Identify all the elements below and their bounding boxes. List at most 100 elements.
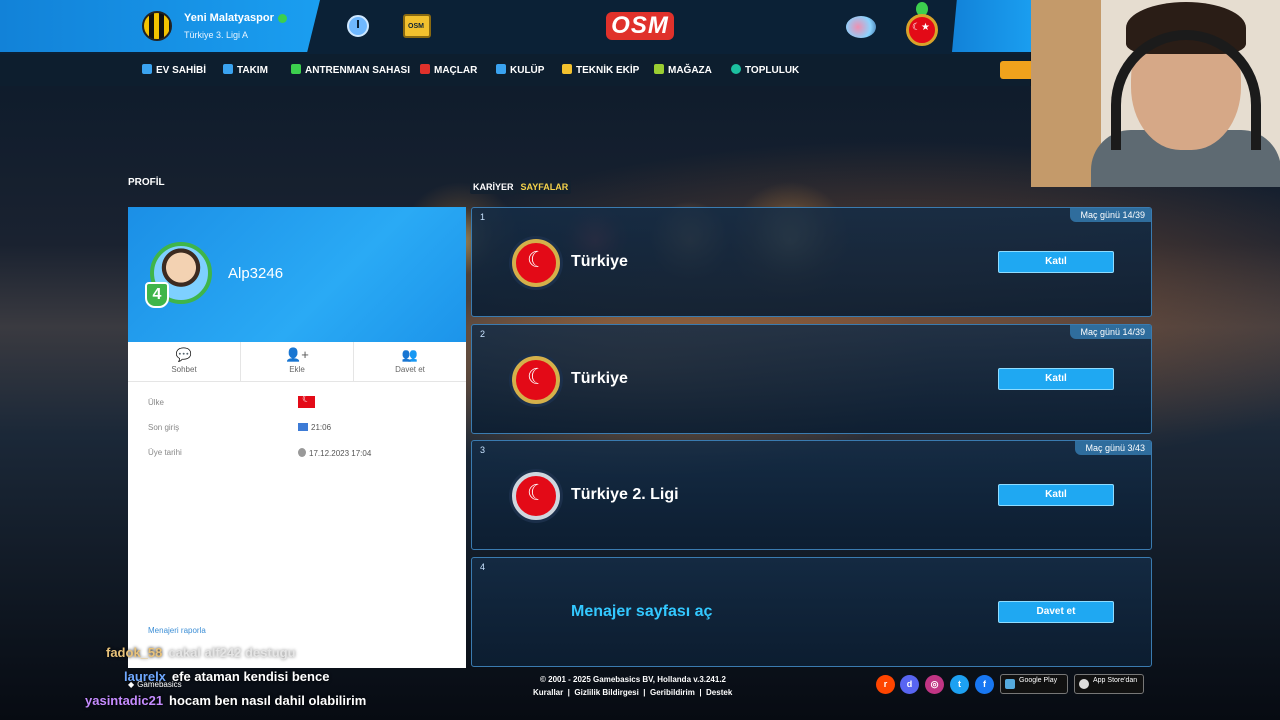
instagram-icon[interactable]: ◎ [925,675,944,694]
chat-icon: 💬 [175,347,193,362]
shop-chest-icon[interactable]: OSM [403,14,431,38]
tab-kariyer[interactable]: KARİYER [470,180,517,194]
club-name[interactable]: Yeni Malatyaspor [184,12,287,24]
join-button[interactable]: Katıl [998,251,1114,273]
calendar-icon [420,64,430,74]
cotton-candy-icon[interactable] [846,16,876,38]
nav-kulup[interactable]: KULÜP [496,64,544,76]
tab-sayfalar[interactable]: SAYFALAR [517,180,572,194]
copyright: © 2001 - 2025 Gamebasics BV, Hollanda v.… [540,675,727,684]
nav-maclar[interactable]: MAÇLAR [420,64,477,76]
club-league: Türkiye 3. Ligi A [184,30,249,40]
staff-icon [562,64,572,74]
page-tabs: KARİYER SAYFALAR [470,177,572,195]
coins-button[interactable] [1000,61,1032,79]
invite-button[interactable]: 👥 Davet et [354,342,466,381]
nav-label: EV SAHİBİ [156,65,207,76]
chat-button[interactable]: 💬 Sohbet [128,342,241,381]
add-friend-label: Ekle [289,365,305,374]
card-number: 1 [480,212,486,222]
nav-label: TOPLULUK [745,65,800,76]
invite-icon: 👥 [401,347,419,362]
community-icon [731,64,741,74]
match-day-badge: Maç günü 14/39 [1070,208,1151,222]
stopwatch-icon[interactable] [347,15,369,37]
card-number: 3 [480,445,486,455]
nav-antrenman[interactable]: ANTRENMAN SAHASI [291,64,410,76]
shop-icon [654,64,664,74]
club-name-text: Yeni Malatyaspor [184,12,274,24]
league-card: 1 Maç günü 14/39 Türkiye Katıl [471,207,1152,317]
club-badge-icon[interactable] [142,11,172,41]
webcam-overlay [1031,0,1280,187]
nav-label: MAĞAZA [668,65,712,76]
match-day-badge: Maç günü 3/43 [1075,441,1151,455]
member-since-label: Üye tarihi [148,448,182,457]
nav-magaza[interactable]: MAĞAZA [654,64,712,76]
chat-line: yasintadic21 hocam ben nasıl dahil olabil… [85,693,366,708]
twitter-icon[interactable]: t [950,675,969,694]
card-number: 4 [480,562,486,572]
facebook-icon[interactable]: f [975,675,994,694]
app-store-label: App Store'dan [1093,677,1138,684]
invite-button-label: Davet et [395,365,425,374]
invite-manager-button[interactable]: Davet et [998,601,1114,623]
turkey-flag-icon [298,394,315,408]
footer-link-support[interactable]: Destek [706,688,732,697]
osm-logo[interactable]: OSM [606,12,674,40]
profile-header: 4 Alp3246 [128,207,466,342]
nav-label: KULÜP [510,65,545,76]
level-badge: 4 [145,282,169,308]
last-login-text: 21:06 [311,423,332,432]
nav-takim[interactable]: TAKIM [223,64,268,76]
google-play-icon [1005,679,1015,689]
last-login-label: Son giriş [148,423,180,432]
member-since-text: 17.12.2023 17:04 [309,449,372,458]
shop-chest-label: OSM [408,23,424,30]
league-name: Türkiye 2. Ligi [571,486,679,503]
footer-link-privacy[interactable]: Gizlilik Bildirgesi [574,688,638,697]
reddit-icon[interactable]: r [876,675,895,694]
footer-link-feedback[interactable]: Geribildirim [650,688,695,697]
chat-message: efe ataman kendisi bence [171,669,330,684]
league-card: 2 Maç günü 14/39 Türkiye Katıl [471,324,1152,434]
chat-message: cakal alf242 destugu [168,645,296,660]
discord-icon[interactable]: d [900,675,919,694]
shirt-icon [223,64,233,74]
turkey-medal-icon[interactable] [906,14,938,46]
google-play-button[interactable]: Google Play [1000,674,1068,694]
last-login-value: 21:06 [298,423,331,432]
turkey-league-icon [512,239,560,287]
turkey-league-icon [512,472,560,520]
top-bar: Yeni Malatyaspor Türkiye 3. Ligi A OSM O… [0,0,1032,54]
country-label: Ülke [148,398,165,407]
main-nav: EV SAHİBİ TAKIM ANTRENMAN SAHASI MAÇLAR … [0,54,1030,86]
nav-label: MAÇLAR [434,65,478,76]
home-icon [142,64,152,74]
join-button[interactable]: Katıl [998,368,1114,390]
report-manager-link[interactable]: Menajeri raporla [148,626,206,635]
add-user-icon: 👤+ [285,347,309,362]
nav-topluluk[interactable]: TOPLULUK [731,64,799,76]
join-button[interactable]: Katıl [998,484,1114,506]
add-friend-button[interactable]: 👤+ Ekle [241,342,354,381]
nav-label: TEKNİK EKİP [576,65,640,76]
page-title: PROFİL [128,177,165,188]
google-play-label: Google Play [1019,677,1058,684]
apple-icon [1079,679,1089,689]
footer-links: Kurallar | Gizlilik Bildirgesi | Geribil… [533,688,733,697]
username: Alp3246 [228,265,284,282]
league-name: Türkiye [571,370,628,387]
nav-ev-sahibi[interactable]: EV SAHİBİ [142,64,206,76]
apple-icon [298,448,306,457]
card-number: 2 [480,329,486,339]
turkey-league-icon [512,356,560,404]
chat-message: hocam ben nasıl dahil olabilirim [169,693,367,708]
profile-panel: 4 Alp3246 💬 Sohbet 👤+ Ekle 👥 Davet et Ül… [128,207,466,668]
webcam-door [1031,0,1101,187]
right-tab[interactable] [952,0,1032,52]
app-store-button[interactable]: App Store'dan [1074,674,1144,694]
nav-teknik-ekip[interactable]: TEKNİK EKİP [562,64,639,76]
footer-link-rules[interactable]: Kurallar [533,688,563,697]
member-since-value: 17.12.2023 17:04 [298,448,371,458]
